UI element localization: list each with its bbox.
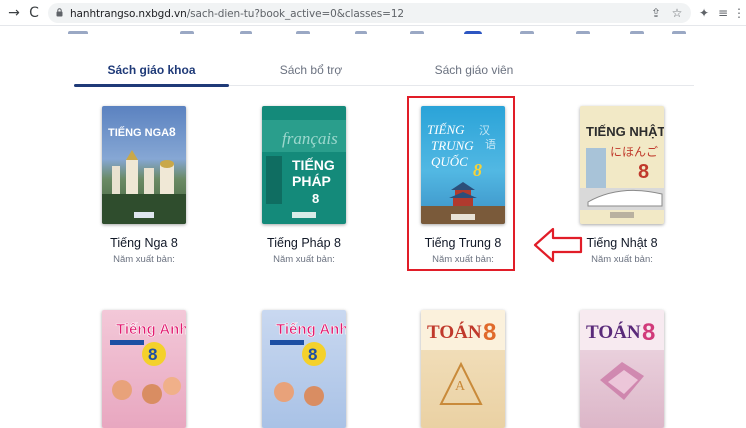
book-year-label: Năm xuất bản: [273,254,335,265]
class-selector-strip [60,26,700,34]
book-type-tabs: Sách giáo khoa Sách bổ trợ Sách giáo viê… [74,56,694,87]
book-cover-tieng-anh[interactable]: Tiếng Anh 8 [262,310,346,428]
active-tab-indicator [74,84,229,87]
svg-text:8: 8 [169,125,176,139]
svg-text:A: A [455,379,466,394]
svg-text:TOÁN: TOÁN [586,321,641,343]
svg-text:Tiếng Anh: Tiếng Anh [276,321,346,338]
star-icon[interactable]: ☆ [669,5,685,21]
book-title[interactable]: Tiếng Pháp 8 [224,236,384,250]
svg-text:8: 8 [148,345,157,364]
svg-text:français: français [282,129,338,148]
svg-text:8: 8 [642,319,655,346]
svg-text:TOÁN: TOÁN [427,321,482,343]
book-cover-toan[interactable]: TOÁN 8 A [421,310,505,428]
browser-toolbar: → C hanhtrangso.nxbgd.vn/sach-dien-tu?bo… [0,0,746,26]
tab-sach-bo-tro[interactable]: Sách bổ trợ [246,63,376,77]
reading-list-icon[interactable]: ≡ [715,5,731,21]
share-icon[interactable]: ⇪ [648,5,664,21]
extensions-icon[interactable]: ✦ [696,5,712,21]
menu-icon[interactable]: ⋮ [731,5,746,21]
svg-text:TIẾNG NGA: TIẾNG NGA [108,126,169,139]
book-title[interactable]: Tiếng Nga 8 [64,236,224,250]
left-arrow-annotation-icon [533,227,583,263]
lock-icon[interactable] [56,8,63,17]
book-cover-tieng-nhat[interactable]: TIẾNG NHẬT にほんご 8 [580,106,664,224]
tab-sach-giao-khoa[interactable]: Sách giáo khoa [74,63,229,77]
svg-text:8: 8 [483,319,496,346]
book-cover-toan[interactable]: TOÁN 8 [580,310,664,428]
book-cover-tieng-nga[interactable]: TIẾNG NGA 8 [102,106,186,224]
highlight-box [407,96,515,271]
svg-text:8: 8 [308,345,317,364]
svg-text:8: 8 [638,161,649,183]
svg-text:TIẾNG NHẬT: TIẾNG NHẬT [586,124,664,139]
svg-text:にほんご: にほんご [610,144,658,159]
book-cover-tieng-phap[interactable]: français TIẾNG PHÁP 8 [262,106,346,224]
tab-sach-giao-vien[interactable]: Sách giáo viên [404,63,544,77]
svg-text:PHÁP: PHÁP [292,173,331,189]
svg-text:8: 8 [312,191,319,206]
reload-icon[interactable]: C [24,3,44,23]
svg-text:Tiếng Anh: Tiếng Anh [116,321,186,338]
address-bar[interactable]: hanhtrangso.nxbgd.vn/sach-dien-tu?book_a… [48,3,691,23]
book-year-label: Năm xuất bản: [113,254,175,265]
svg-text:TIẾNG: TIẾNG [292,157,335,173]
book-cover-tieng-anh[interactable]: Tiếng Anh 8 [102,310,186,428]
back-arrow-icon[interactable]: → [4,3,24,23]
url-text: hanhtrangso.nxbgd.vn/sach-dien-tu?book_a… [70,8,404,20]
